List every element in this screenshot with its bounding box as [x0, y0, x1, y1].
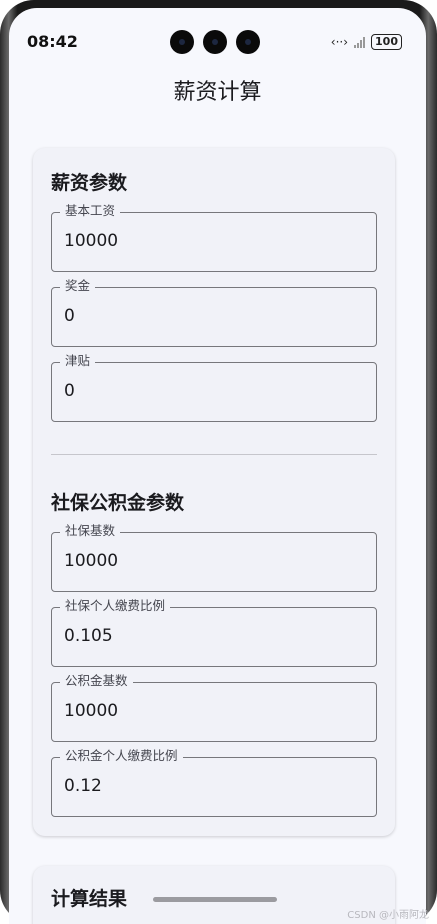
field-label: 公积金个人缴费比例 [60, 748, 183, 764]
status-time: 08:42 [27, 32, 78, 51]
parameters-card: 薪资参数 基本工资 奖金 津贴 社保公积金参数 社保基数 社保个人缴费比例 [33, 148, 395, 836]
status-bar: 08:42 ‹··› 100 [9, 8, 426, 54]
camera-icon [236, 30, 260, 54]
social-insurance-rate-field[interactable]: 社保个人缴费比例 [51, 598, 377, 667]
field-label: 社保基数 [60, 523, 121, 539]
nfc-icon: ‹··› [330, 35, 349, 49]
app-screen: 08:42 ‹··› 100 薪资计算 薪资参数 基本工资 奖金 [9, 8, 426, 924]
home-indicator[interactable] [153, 897, 277, 902]
housing-fund-rate-input[interactable] [64, 776, 354, 796]
salary-section-title: 薪资参数 [51, 172, 128, 194]
social-insurance-base-field[interactable]: 社保基数 [51, 523, 377, 592]
field-label: 奖金 [60, 278, 96, 294]
app-bar: 薪资计算 [9, 74, 426, 106]
base-salary-input[interactable] [64, 231, 354, 251]
section-divider [51, 454, 377, 455]
camera-icon [203, 30, 227, 54]
social-insurance-base-input[interactable] [64, 551, 354, 571]
result-section-title: 计算结果 [51, 888, 128, 910]
allowance-field[interactable]: 津贴 [51, 353, 377, 422]
field-label: 津贴 [60, 353, 96, 369]
phone-frame: 08:42 ‹··› 100 薪资计算 薪资参数 基本工资 奖金 [0, 0, 437, 924]
housing-fund-base-input[interactable] [64, 701, 354, 721]
field-label: 公积金基数 [60, 673, 133, 689]
bonus-input[interactable] [64, 306, 354, 326]
battery-icon: 100 [371, 34, 402, 50]
field-label: 社保个人缴费比例 [60, 598, 171, 614]
base-salary-field[interactable]: 基本工资 [51, 203, 377, 272]
no-signal-icon [354, 36, 366, 48]
insurance-section-title: 社保公积金参数 [51, 492, 185, 514]
social-insurance-rate-input[interactable] [64, 626, 354, 646]
bonus-field[interactable]: 奖金 [51, 278, 377, 347]
allowance-input[interactable] [64, 381, 354, 401]
housing-fund-rate-field[interactable]: 公积金个人缴费比例 [51, 748, 377, 817]
page-title: 薪资计算 [173, 80, 262, 105]
watermark: CSDN @小雨阿龙 [347, 910, 429, 921]
result-card: 计算结果 [33, 866, 395, 924]
housing-fund-base-field[interactable]: 公积金基数 [51, 673, 377, 742]
status-icons: ‹··› 100 [331, 34, 402, 50]
camera-icon [170, 30, 194, 54]
field-label: 基本工资 [60, 203, 121, 219]
